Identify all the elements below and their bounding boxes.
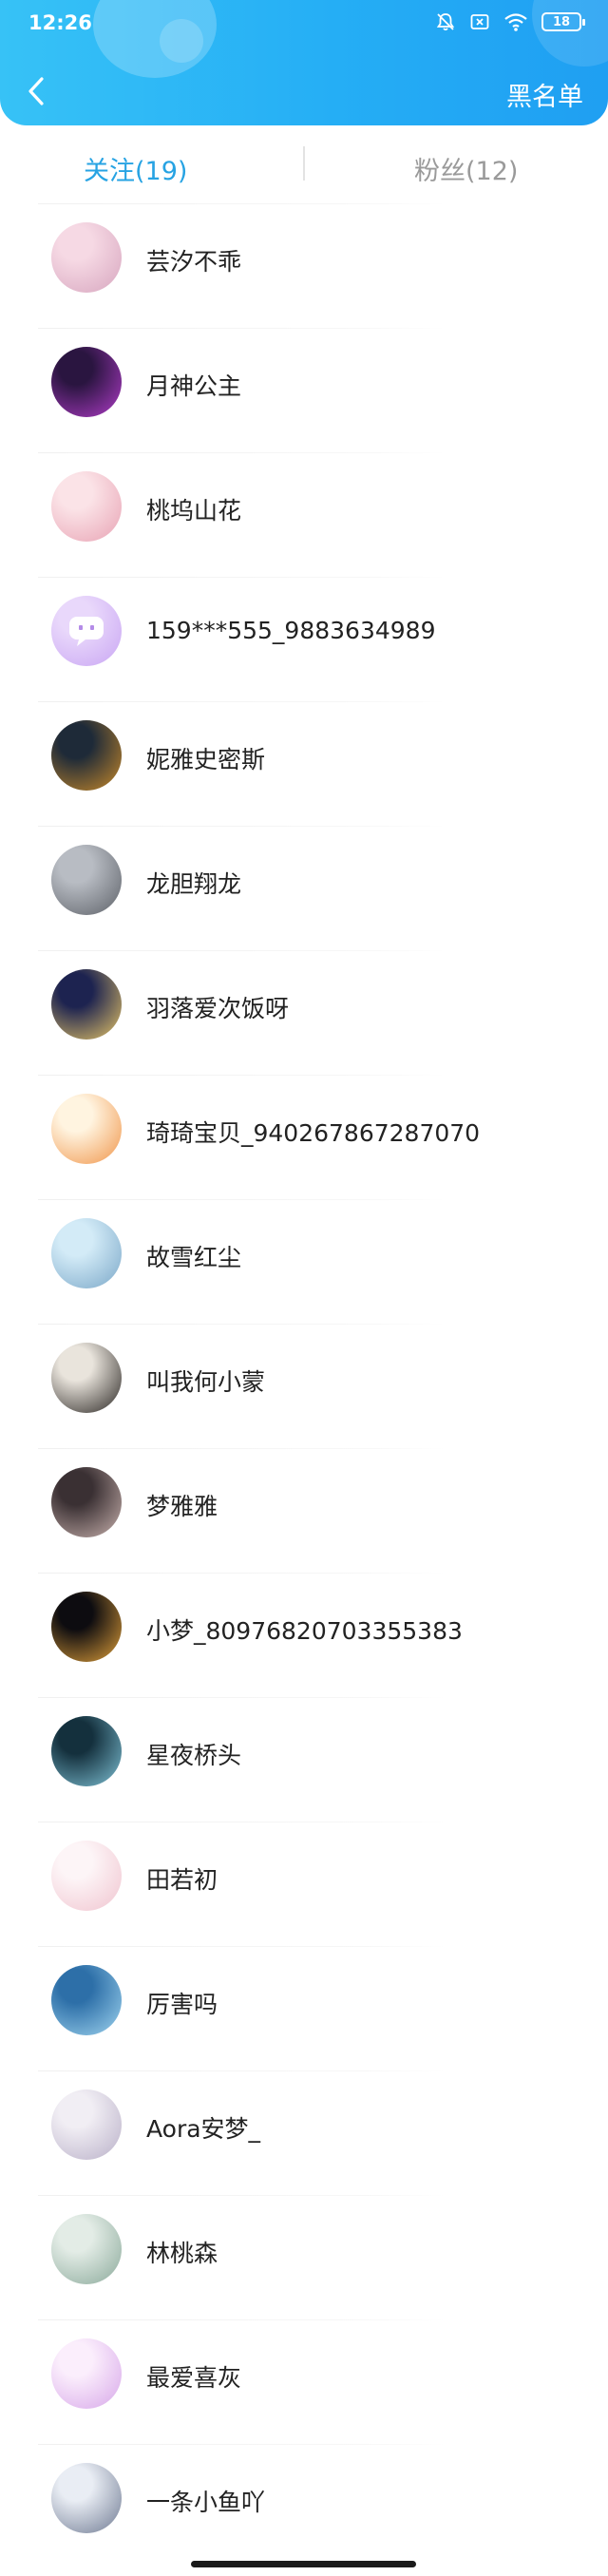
blacklist-button[interactable]: 黑名单 (506, 76, 583, 113)
list-item[interactable]: 林桃森 (0, 2195, 608, 2319)
user-nickname: 厉害吗 (146, 1991, 218, 2018)
avatar[interactable] (51, 222, 122, 293)
list-item[interactable]: 小梦_80976820703355383 (0, 1573, 608, 1697)
user-nickname: 龙胆翔龙 (146, 870, 242, 898)
avatar[interactable] (51, 347, 122, 417)
row-divider (38, 2444, 446, 2445)
user-nickname: 最爱喜灰 (146, 2364, 242, 2392)
list-item[interactable]: 159***555_9883634989 (0, 577, 608, 701)
user-nickname: 林桃森 (146, 2240, 218, 2267)
avatar[interactable] (51, 1467, 122, 1537)
avatar[interactable] (51, 471, 122, 542)
list-item[interactable]: 琦琦宝贝_940267867287070 (0, 1075, 608, 1199)
user-nickname: 妮雅史密斯 (146, 746, 266, 773)
row-divider (38, 1946, 446, 1947)
status-bar: 12:26 18 (0, 0, 608, 48)
user-nickname: 梦雅雅 (146, 1493, 218, 1520)
list-item[interactable]: 妮雅史密斯 (0, 701, 608, 826)
avatar[interactable] (51, 1965, 122, 2035)
row-divider (38, 1697, 446, 1698)
user-nickname: 羽落爱次饭呀 (146, 995, 290, 1022)
list-item[interactable]: 桃坞山花 (0, 452, 608, 577)
avatar[interactable] (51, 2338, 122, 2409)
list-item[interactable]: 一条小鱼吖 (0, 2444, 608, 2568)
row-divider (38, 1448, 446, 1449)
row-divider (38, 2319, 446, 2320)
row-divider (38, 1199, 446, 1200)
list-item[interactable]: 月神公主 (0, 328, 608, 452)
avatar[interactable] (51, 2214, 122, 2284)
list-item[interactable]: 田若初 (0, 1822, 608, 1946)
row-divider (38, 950, 446, 951)
avatar[interactable] (51, 1218, 122, 1288)
user-nickname: 芸汐不乖 (146, 248, 242, 276)
list-item[interactable]: Aora安梦_ (0, 2070, 608, 2195)
avatar[interactable] (51, 1841, 122, 1911)
row-divider (38, 2195, 446, 2196)
avatar[interactable] (51, 1592, 122, 1662)
chat-bubble-icon (51, 596, 122, 666)
avatar[interactable] (51, 2089, 122, 2160)
no-sim-icon (469, 11, 490, 32)
list-item[interactable]: 故雪红尘 (0, 1199, 608, 1324)
user-nickname: 159***555_9883634989 (146, 617, 436, 644)
row-divider (38, 701, 446, 702)
following-list: 芸汐不乖月神公主桃坞山花 159***555_9883634989 妮雅史密斯龙胆翔… (0, 203, 608, 2568)
user-nickname: 桃坞山花 (146, 497, 242, 525)
row-divider (38, 1324, 446, 1325)
user-nickname: 小梦_80976820703355383 (146, 1617, 463, 1645)
list-item[interactable]: 叫我何小蒙 (0, 1324, 608, 1448)
avatar[interactable] (51, 1716, 122, 1786)
user-nickname: 琦琦宝贝_940267867287070 (146, 1119, 481, 1147)
chevron-left-icon (26, 76, 47, 110)
back-button[interactable] (17, 72, 55, 114)
row-divider (38, 203, 446, 204)
row-divider (38, 577, 446, 578)
row-divider (38, 826, 446, 827)
avatar[interactable] (51, 720, 122, 791)
row-divider (38, 452, 446, 453)
app-header: 12:26 18 黑名单 (0, 0, 608, 125)
row-divider (38, 328, 446, 329)
tab-following[interactable]: 关注(19) (84, 150, 187, 187)
avatar[interactable] (51, 1094, 122, 1164)
list-item[interactable]: 芸汐不乖 (0, 203, 608, 328)
list-item[interactable]: 梦雅雅 (0, 1448, 608, 1573)
row-divider (38, 2070, 446, 2071)
battery-icon: 18 (542, 12, 585, 31)
user-nickname: 故雪红尘 (146, 1244, 242, 1271)
user-nickname: 田若初 (146, 1866, 218, 1894)
list-item[interactable]: 厉害吗 (0, 1946, 608, 2070)
user-nickname: 星夜桥头 (146, 1742, 242, 1769)
avatar[interactable] (51, 2463, 122, 2533)
user-nickname: Aora安梦_ (146, 2115, 261, 2143)
user-nickname: 月神公主 (146, 372, 242, 400)
avatar[interactable] (51, 596, 122, 666)
list-item[interactable]: 星夜桥头 (0, 1697, 608, 1822)
wifi-icon (504, 11, 528, 32)
list-item[interactable]: 龙胆翔龙 (0, 826, 608, 950)
user-nickname: 叫我何小蒙 (146, 1368, 266, 1396)
row-divider (38, 1573, 446, 1574)
list-item[interactable]: 羽落爱次饭呀 (0, 950, 608, 1075)
mute-bell-icon (435, 11, 456, 32)
follow-tabs: 关注(19) 粉丝(12) (0, 133, 608, 200)
avatar[interactable] (51, 845, 122, 915)
tab-fans[interactable]: 粉丝(12) (414, 150, 518, 187)
avatar[interactable] (51, 969, 122, 1040)
tab-divider (303, 146, 305, 181)
status-time: 12:26 (28, 11, 92, 34)
user-nickname: 一条小鱼吖 (146, 2489, 266, 2516)
avatar[interactable] (51, 1343, 122, 1413)
list-item[interactable]: 最爱喜灰 (0, 2319, 608, 2444)
home-indicator (191, 2561, 416, 2567)
row-divider (38, 1075, 446, 1076)
